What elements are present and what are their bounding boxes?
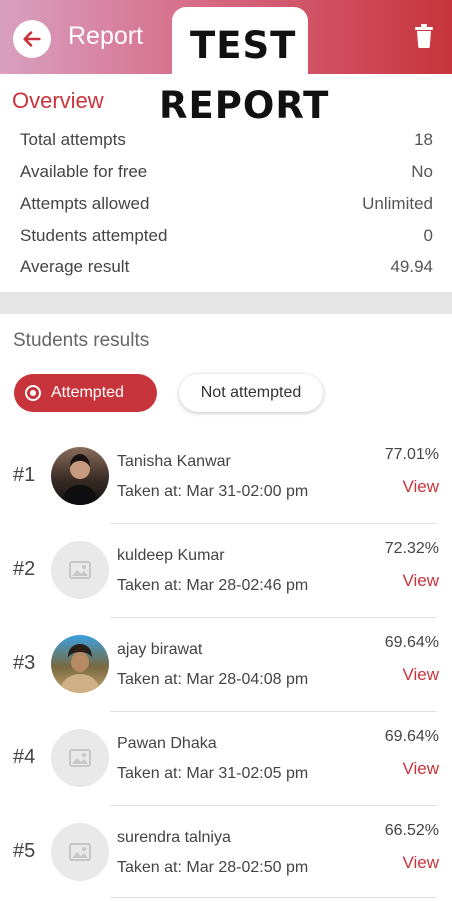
- stat-value: 18: [414, 130, 433, 149]
- stat-label: Average result: [20, 257, 130, 276]
- stat-row: Available for free No: [20, 162, 433, 186]
- image-placeholder-icon: [69, 749, 91, 767]
- student-avatar: [51, 635, 109, 693]
- student-row[interactable]: #3 ajay birawat Taken at: Mar 28-04:08 p…: [0, 619, 452, 713]
- student-avatar: [51, 729, 109, 787]
- taken-at: Taken at: Mar 28-04:08 pm: [117, 671, 309, 688]
- view-link[interactable]: View: [402, 477, 439, 497]
- header-title: Report: [68, 22, 144, 50]
- student-name: ajay birawat: [117, 641, 203, 658]
- stat-row: Total attempts 18: [20, 130, 433, 154]
- view-link[interactable]: View: [402, 853, 439, 873]
- stat-value: 0: [423, 226, 433, 245]
- student-score: 72.32%: [384, 540, 439, 557]
- overlay-heading-line1: TEST: [190, 24, 297, 67]
- attempted-filter-label: Attempted: [51, 384, 124, 401]
- student-name: Pawan Dhaka: [117, 735, 217, 752]
- student-rank: #3: [13, 652, 36, 674]
- taken-at: Taken at: Mar 31-02:05 pm: [117, 765, 309, 782]
- stat-label: Attempts allowed: [20, 194, 150, 213]
- stat-row: Attempts allowed Unlimited: [20, 194, 433, 218]
- student-score: 66.52%: [384, 822, 439, 839]
- student-row[interactable]: #2 kuldeep Kumar Taken at: Mar 28-02:46 …: [0, 525, 452, 619]
- row-divider: [110, 897, 437, 898]
- student-rank: #4: [13, 746, 36, 768]
- student-rank: #5: [13, 840, 36, 862]
- person-photo-icon: [61, 454, 99, 505]
- student-avatar: [51, 541, 109, 599]
- taken-at: Taken at: Mar 31-02:00 pm: [117, 483, 309, 500]
- stat-value: Unlimited: [362, 194, 433, 213]
- student-name: surendra talniya: [117, 829, 231, 846]
- student-rank: #1: [13, 464, 36, 486]
- view-link[interactable]: View: [402, 571, 439, 591]
- back-arrow-icon: [23, 31, 41, 47]
- back-button[interactable]: [13, 20, 51, 58]
- student-rank: #2: [13, 558, 36, 580]
- section-divider: [0, 292, 452, 314]
- student-name: Tanisha Kanwar: [117, 453, 231, 470]
- row-divider: [110, 711, 437, 712]
- attempted-filter-chip[interactable]: Attempted: [14, 374, 157, 412]
- view-link[interactable]: View: [402, 759, 439, 779]
- person-photo-icon: [59, 644, 101, 693]
- stat-row: Students attempted 0: [20, 226, 433, 250]
- student-score: 69.64%: [384, 634, 439, 651]
- taken-at: Taken at: Mar 28-02:46 pm: [117, 577, 309, 594]
- image-placeholder-icon: [69, 843, 91, 861]
- stat-value: 49.94: [390, 257, 433, 276]
- radio-icon: [25, 385, 41, 401]
- view-link[interactable]: View: [402, 665, 439, 685]
- stat-value: No: [411, 162, 433, 181]
- student-score: 69.64%: [384, 728, 439, 745]
- image-placeholder-icon: [69, 561, 91, 579]
- stat-label: Students attempted: [20, 226, 168, 245]
- overlay-heading-line2: REPORT: [159, 84, 330, 127]
- student-name: kuldeep Kumar: [117, 547, 225, 564]
- student-row[interactable]: #5 surendra talniya Taken at: Mar 28-02:…: [0, 807, 452, 901]
- stat-label: Total attempts: [20, 130, 126, 149]
- row-divider: [110, 523, 437, 524]
- not-attempted-filter-label: Not attempted: [200, 384, 302, 401]
- taken-at: Taken at: Mar 28-02:50 pm: [117, 859, 309, 876]
- overview-title: Overview: [12, 88, 104, 113]
- students-results-title: Students results: [13, 330, 150, 351]
- row-divider: [110, 805, 437, 806]
- stat-label: Available for free: [20, 162, 148, 181]
- student-row[interactable]: #4 Pawan Dhaka Taken at: Mar 31-02:05 pm…: [0, 713, 452, 807]
- student-avatar: [51, 823, 109, 881]
- row-divider: [110, 617, 437, 618]
- student-score: 77.01%: [384, 446, 439, 463]
- student-row[interactable]: #1 Tanisha Kanwar Taken at: Mar 31-02:00…: [0, 431, 452, 525]
- delete-button[interactable]: [413, 24, 437, 50]
- student-avatar: [51, 447, 109, 505]
- not-attempted-filter-chip[interactable]: Not attempted: [179, 374, 323, 412]
- trash-icon: [415, 24, 433, 48]
- stat-row: Average result 49.94: [20, 257, 433, 281]
